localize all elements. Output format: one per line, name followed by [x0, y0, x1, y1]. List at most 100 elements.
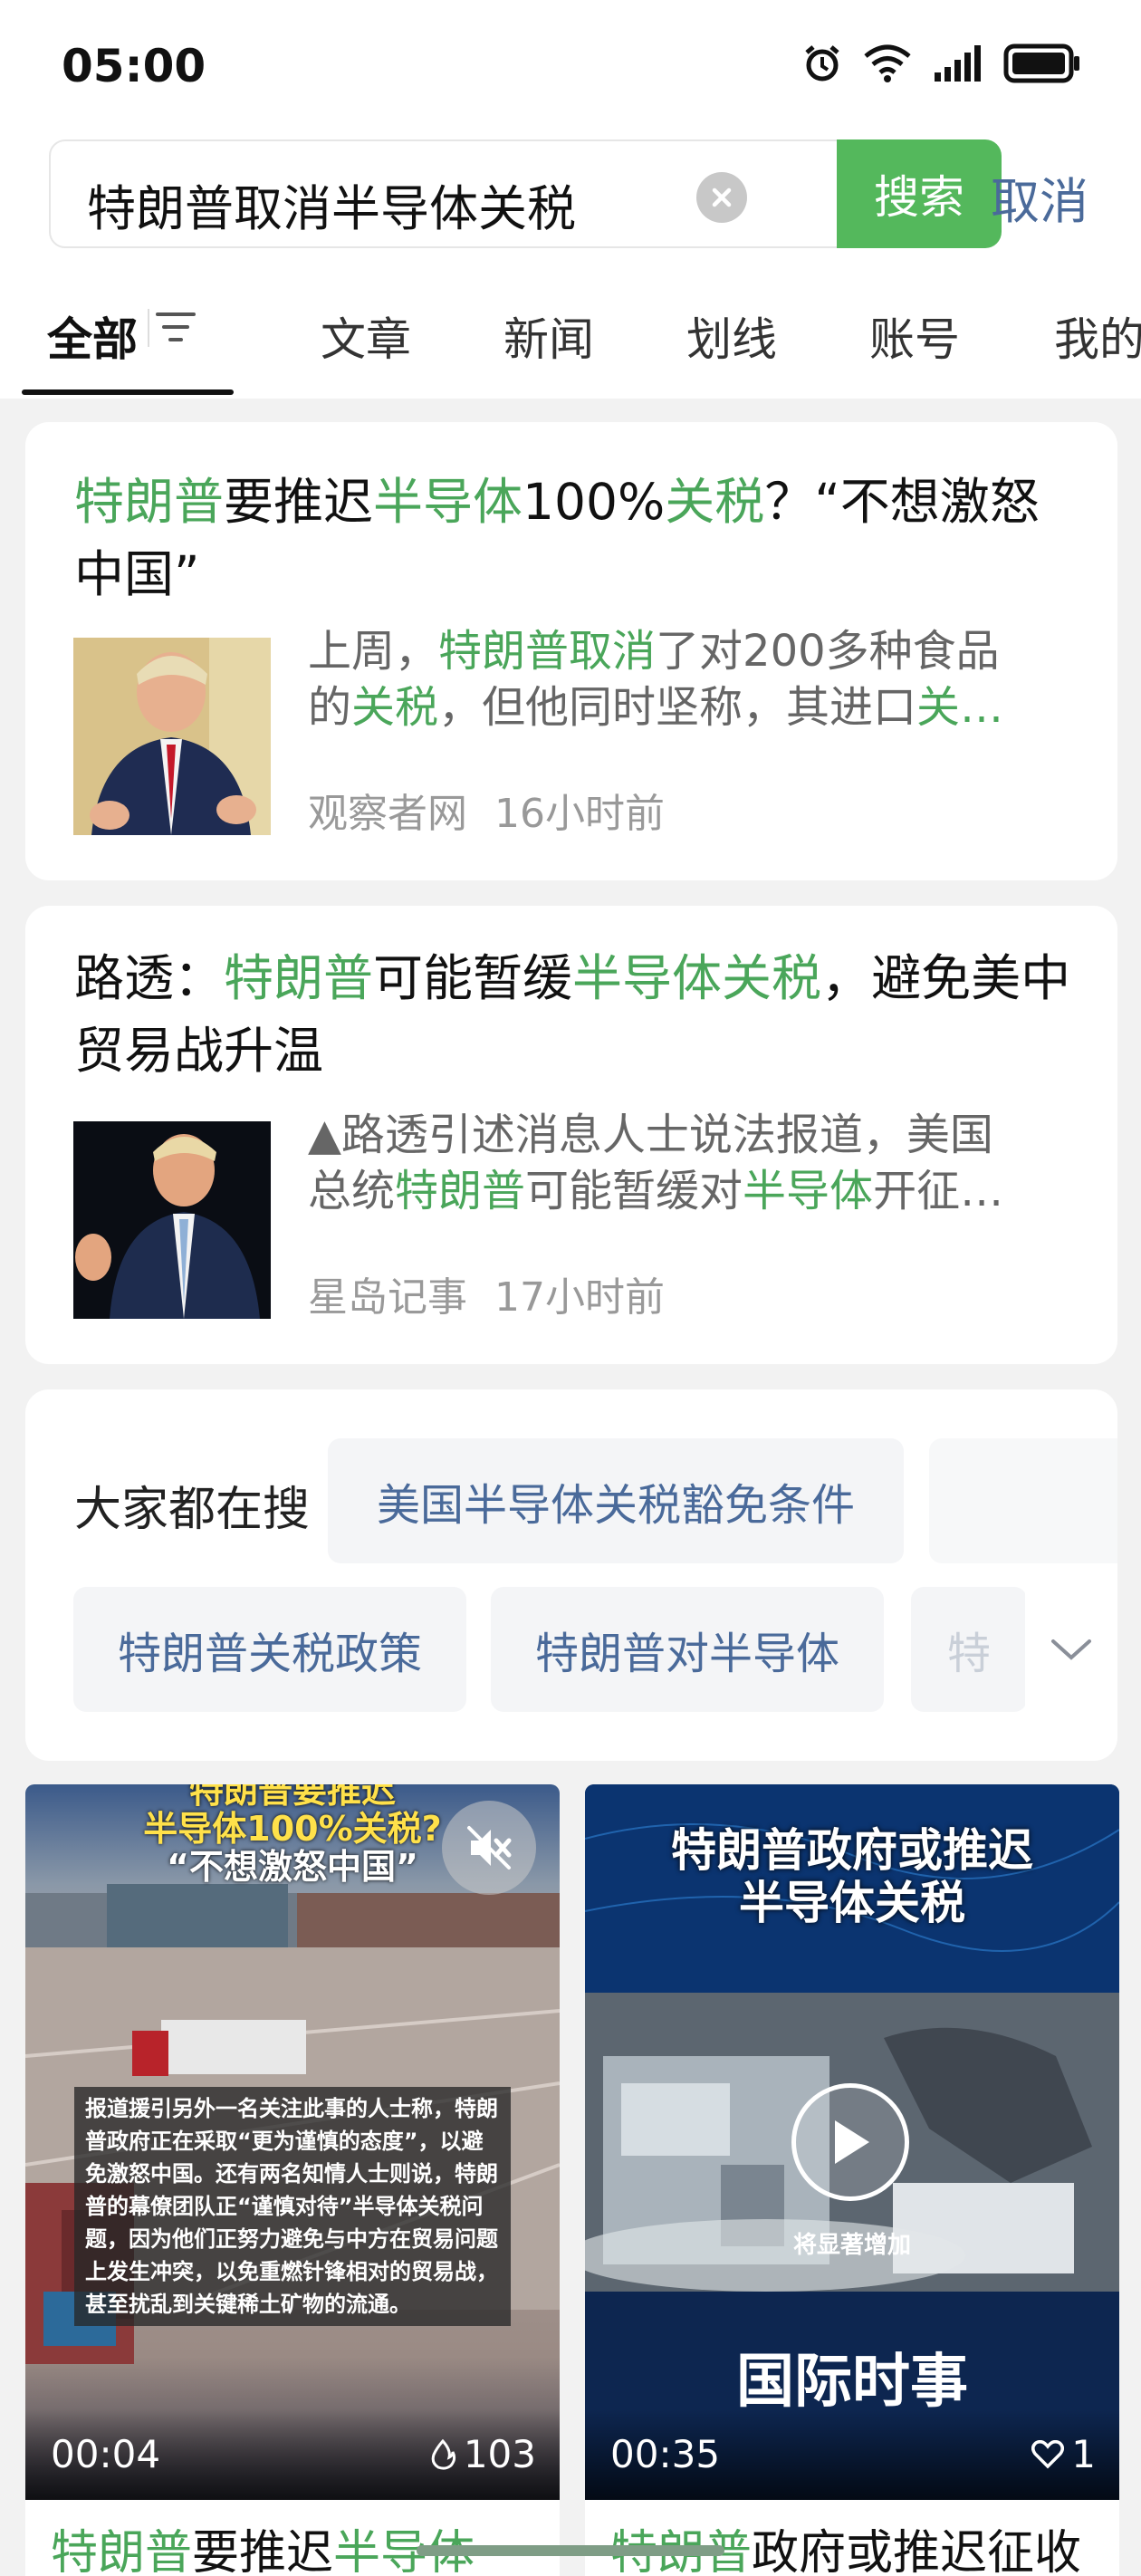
video-count-value: 1: [1071, 2432, 1096, 2476]
result-source: 星岛记事: [308, 1274, 467, 1321]
expand-button[interactable]: [1025, 1587, 1117, 1712]
result-snippet: ▲路透引述消息人士说法报道，美国 总统特朗普可能暂缓对半导体开征…: [308, 1107, 1050, 1219]
popular-chip[interactable]: 特朗普关税政策: [73, 1587, 466, 1712]
play-button[interactable]: [791, 2083, 909, 2201]
video-count: 1: [1031, 2432, 1096, 2476]
highlighted-keyword: 特朗普: [74, 473, 225, 531]
search-button[interactable]: 搜索: [837, 139, 1002, 248]
snippet-line: 上周，特朗普取消了对200多种食品: [308, 623, 1050, 679]
text-segment: ，但他同时坚称，其进口: [438, 682, 917, 733]
result-time: 16小时前: [494, 791, 665, 837]
video-duration: 00:35: [610, 2432, 721, 2476]
highlighted-keyword: 关税: [351, 682, 439, 733]
mute-button[interactable]: [442, 1801, 536, 1895]
video-title-row[interactable]: 特朗普政府或推迟征收: [585, 2500, 1119, 2576]
text-segment: 了对200多种食品: [656, 626, 1000, 677]
chevron-down-icon: [1051, 1639, 1091, 1660]
result-thumbnail: [73, 1121, 271, 1319]
result-thumbnail: [73, 638, 271, 835]
wifi-icon: [864, 44, 911, 82]
mute-icon: [467, 1826, 512, 1870]
result-meta: 星岛记事 17小时前: [308, 1264, 665, 1322]
highlighted-keyword: 特朗普: [51, 2526, 193, 2576]
snippet-line: ▲路透引述消息人士说法报道，美国: [308, 1107, 1050, 1163]
highlighted-keyword: 半导体关税: [572, 949, 822, 1007]
tab-accounts[interactable]: 账号: [869, 303, 960, 369]
text-segment: 可能暂缓: [373, 949, 573, 1007]
popular-chip-partial[interactable]: [929, 1438, 1117, 1563]
tab-articles[interactable]: 文章: [321, 303, 411, 369]
text-segment: 可能暂缓对: [525, 1166, 743, 1216]
popular-label: 大家都在搜: [74, 1483, 311, 1537]
search-query[interactable]: 特朗普取消半导体关税: [87, 168, 576, 240]
popular-searches: 大家都在搜 美国半导体关税豁免条件 特朗普关税政策 特朗普对半导体 特: [25, 1389, 1117, 1761]
result-time: 17小时前: [494, 1274, 665, 1321]
video-count: 103: [429, 2432, 536, 2476]
video-card[interactable]: 特朗普要推迟 半导体100%关税? “不想激怒中国” 报道援引另外一名关注此事的…: [25, 1784, 560, 2500]
highlighted-keyword: 半导体: [743, 1166, 874, 1216]
cancel-button[interactable]: 取消: [991, 161, 1088, 233]
heart-icon: [1031, 2439, 1065, 2468]
filter-tabs: 全部 文章 新闻 划线 账号 我的: [0, 258, 1141, 399]
tab-highlights[interactable]: 划线: [686, 303, 777, 369]
person-image: [73, 1121, 271, 1319]
video-overlay-title: 特朗普政府或推迟: [671, 1824, 1033, 1877]
result-title[interactable]: 特朗普要推迟半导体100%关税？“不想激怒中国”: [74, 466, 1079, 610]
close-icon: [712, 187, 732, 207]
snippet-line: 的关税，但他同时坚称，其进口关…: [308, 679, 1050, 735]
play-icon: [835, 2120, 869, 2164]
result-card[interactable]: 特朗普要推迟半导体100%关税？“不想激怒中国” 上周，特朗普取消了对200多种…: [25, 422, 1117, 880]
video-overlay-title: 半导体关税: [739, 1877, 965, 1929]
highlighted-keyword: 关…: [916, 682, 1004, 733]
text-segment: 开征…: [873, 1166, 1004, 1216]
video-duration: 00:04: [51, 2432, 161, 2476]
snippet-line: 总统特朗普可能暂缓对半导体开征…: [308, 1163, 1050, 1219]
text-segment: 要推迟: [192, 2526, 334, 2576]
video-card[interactable]: 特朗普政府或推迟 半导体关税 将显著增加 国际时事 00:35 1: [585, 1784, 1119, 2500]
signal-icon: [935, 45, 981, 82]
result-source: 观察者网: [308, 791, 467, 837]
video-title[interactable]: 特朗普要推迟半导体: [51, 2514, 475, 2576]
tab-all[interactable]: 全部: [47, 303, 138, 369]
text-segment: 的: [308, 682, 352, 733]
result-title[interactable]: 路透：特朗普可能暂缓半导体关税，避免美中贸易战升温: [74, 942, 1079, 1087]
text-segment: 路透：: [74, 949, 225, 1007]
video-bottom-text: 国际时事: [736, 2349, 968, 2416]
highlighted-keyword: 半导体: [373, 473, 523, 531]
person-image: [73, 638, 271, 835]
highlighted-keyword: 特朗普: [395, 1166, 526, 1216]
result-meta: 观察者网 16小时前: [308, 781, 665, 839]
result-card[interactable]: 路透：特朗普可能暂缓半导体关税，避免美中贸易战升温 ▲路透引述消息人士说法报道，…: [25, 906, 1117, 1364]
text-segment: 总统: [308, 1166, 396, 1216]
status-icons: [802, 43, 1081, 83]
fire-icon: [431, 2438, 455, 2470]
filter-icon[interactable]: [152, 305, 199, 349]
result-snippet: 上周，特朗普取消了对200多种食品 的关税，但他同时坚称，其进口关…: [308, 623, 1050, 735]
text-segment: 上周，: [308, 626, 439, 677]
search-input[interactable]: 特朗普取消半导体关税 搜索: [49, 139, 1002, 248]
text-segment: 100%: [523, 473, 666, 531]
video-title-row[interactable]: 特朗普要推迟半导体: [25, 2500, 560, 2576]
home-indicator[interactable]: [417, 2545, 724, 2556]
tab-divider: [148, 309, 149, 347]
tab-mine[interactable]: 我的: [1054, 303, 1141, 369]
clear-search-button[interactable]: [696, 172, 747, 223]
status-time: 05:00: [62, 40, 206, 92]
video-mid-text: 将显著增加: [793, 2232, 912, 2259]
status-bar: 05:00: [0, 0, 1141, 136]
popular-chip[interactable]: 美国半导体关税豁免条件: [328, 1438, 904, 1563]
tab-news[interactable]: 新闻: [503, 303, 594, 369]
popular-chip[interactable]: 特朗普对半导体: [491, 1587, 884, 1712]
video-caption: 报道援引另外一名关注此事的人士称，特朗普政府正在采取“更为谨慎的态度”，以避免激…: [74, 2087, 511, 2326]
text-segment: 要推迟: [224, 473, 374, 531]
text-segment: ▲路透引述消息人士说法报道，美国: [308, 1110, 993, 1160]
search-bar: 特朗普取消半导体关税 搜索 取消: [0, 136, 1141, 258]
popular-chip[interactable]: 特: [911, 1587, 1027, 1712]
battery-icon: [1003, 43, 1079, 83]
video-count-value: 103: [463, 2432, 536, 2476]
highlighted-keyword: 特朗普: [224, 949, 374, 1007]
active-tab-indicator: [22, 389, 234, 395]
highlighted-keyword: 关税: [665, 473, 765, 531]
text-segment: 政府或推迟征收: [752, 2526, 1082, 2576]
alarm-icon: [805, 45, 839, 82]
